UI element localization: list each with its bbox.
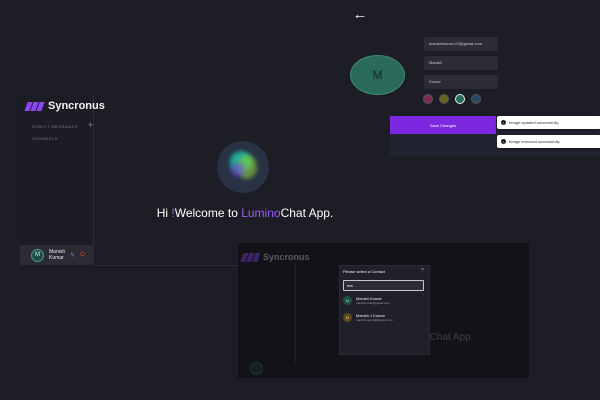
select-contact-modal <box>339 265 430 355</box>
divider <box>93 265 238 266</box>
avatar <box>250 362 263 375</box>
email-field[interactable]: manishkumar123@gmail.com <box>424 37 498 51</box>
profile-faded <box>250 361 295 376</box>
sidebar-faded <box>238 263 296 363</box>
check-icon: ✓ <box>501 120 506 125</box>
brand-logo-faded: Syncronus <box>240 252 310 262</box>
first-name-field[interactable]: Manish <box>424 56 498 70</box>
toast-image-removed: ✓ Image removed successfully. <box>497 135 600 148</box>
welcome-brand-rest: Chat App. <box>280 206 334 220</box>
arrow-left-icon[interactable]: ← <box>351 6 369 24</box>
lumino-logo-icon <box>217 141 269 193</box>
avatar: M <box>343 313 352 322</box>
search-input[interactable]: ma <box>343 280 424 291</box>
welcome-faded-text: Chat App. <box>429 332 474 343</box>
plus-icon[interactable]: + <box>88 121 93 130</box>
contact-email: manish.second@gmail.com <box>356 318 393 322</box>
toast-text: Image removed successfully. <box>509 139 561 144</box>
welcome-message: Hi !Welcome to LuminoChat App. <box>155 206 335 220</box>
welcome-brand-accent: Lumino <box>241 206 281 220</box>
color-swatch-3[interactable] <box>455 94 465 104</box>
toast-text: Image updated successfully. <box>509 120 560 125</box>
welcome-prefix: Hi <box>156 206 172 220</box>
list-item[interactable]: M Manish Kumar manish.main@gmail.com <box>343 296 390 305</box>
color-swatch-1[interactable] <box>423 94 433 104</box>
last-name-field[interactable]: Kumar <box>424 75 498 89</box>
user-last-name: Kumar <box>49 255 64 261</box>
brand-logo: Syncronus <box>24 100 105 112</box>
color-swatch-2[interactable] <box>439 94 449 104</box>
avatar: M <box>343 296 352 305</box>
welcome-text: Welcome to <box>174 206 242 220</box>
contact-email: manish.main@gmail.com <box>356 301 390 305</box>
toast-image-updated: ✓ Image updated successfully. <box>497 116 600 129</box>
contact-info: Manish Kumar manish.main@gmail.com <box>356 296 390 305</box>
logout-icon[interactable]: ⏻ <box>80 252 85 259</box>
brand-name: Syncronus <box>48 100 105 112</box>
save-changes-button[interactable]: Save Changes <box>390 116 496 134</box>
logo-mark-icon <box>240 252 261 262</box>
profile-avatar[interactable]: M <box>350 55 405 95</box>
logo-mark-icon <box>24 101 45 111</box>
color-swatches <box>423 94 481 104</box>
check-icon: ✓ <box>501 139 506 144</box>
user-profile-bar: M Manish Kumar ✎ ⏻ <box>20 245 93 265</box>
contact-info: Manish J Kumar manish.second@gmail.com <box>356 313 393 322</box>
welcome-faded: oChat App. <box>424 332 473 343</box>
user-name: Manish Kumar <box>49 249 65 261</box>
edit-profile-icon[interactable]: ✎ <box>70 252 75 259</box>
brand-name: Syncronus <box>263 252 310 262</box>
avatar[interactable]: M <box>31 248 44 262</box>
direct-messages-heading: DIRECT MESSAGES <box>32 124 78 129</box>
color-swatch-4[interactable] <box>471 94 481 104</box>
sidebar <box>20 96 94 266</box>
modal-title: Please select a Contact <box>343 269 386 274</box>
close-icon[interactable]: × <box>421 267 424 273</box>
channels-heading: CHANNELS <box>32 136 58 141</box>
list-item[interactable]: M Manish J Kumar manish.second@gmail.com <box>343 313 393 322</box>
